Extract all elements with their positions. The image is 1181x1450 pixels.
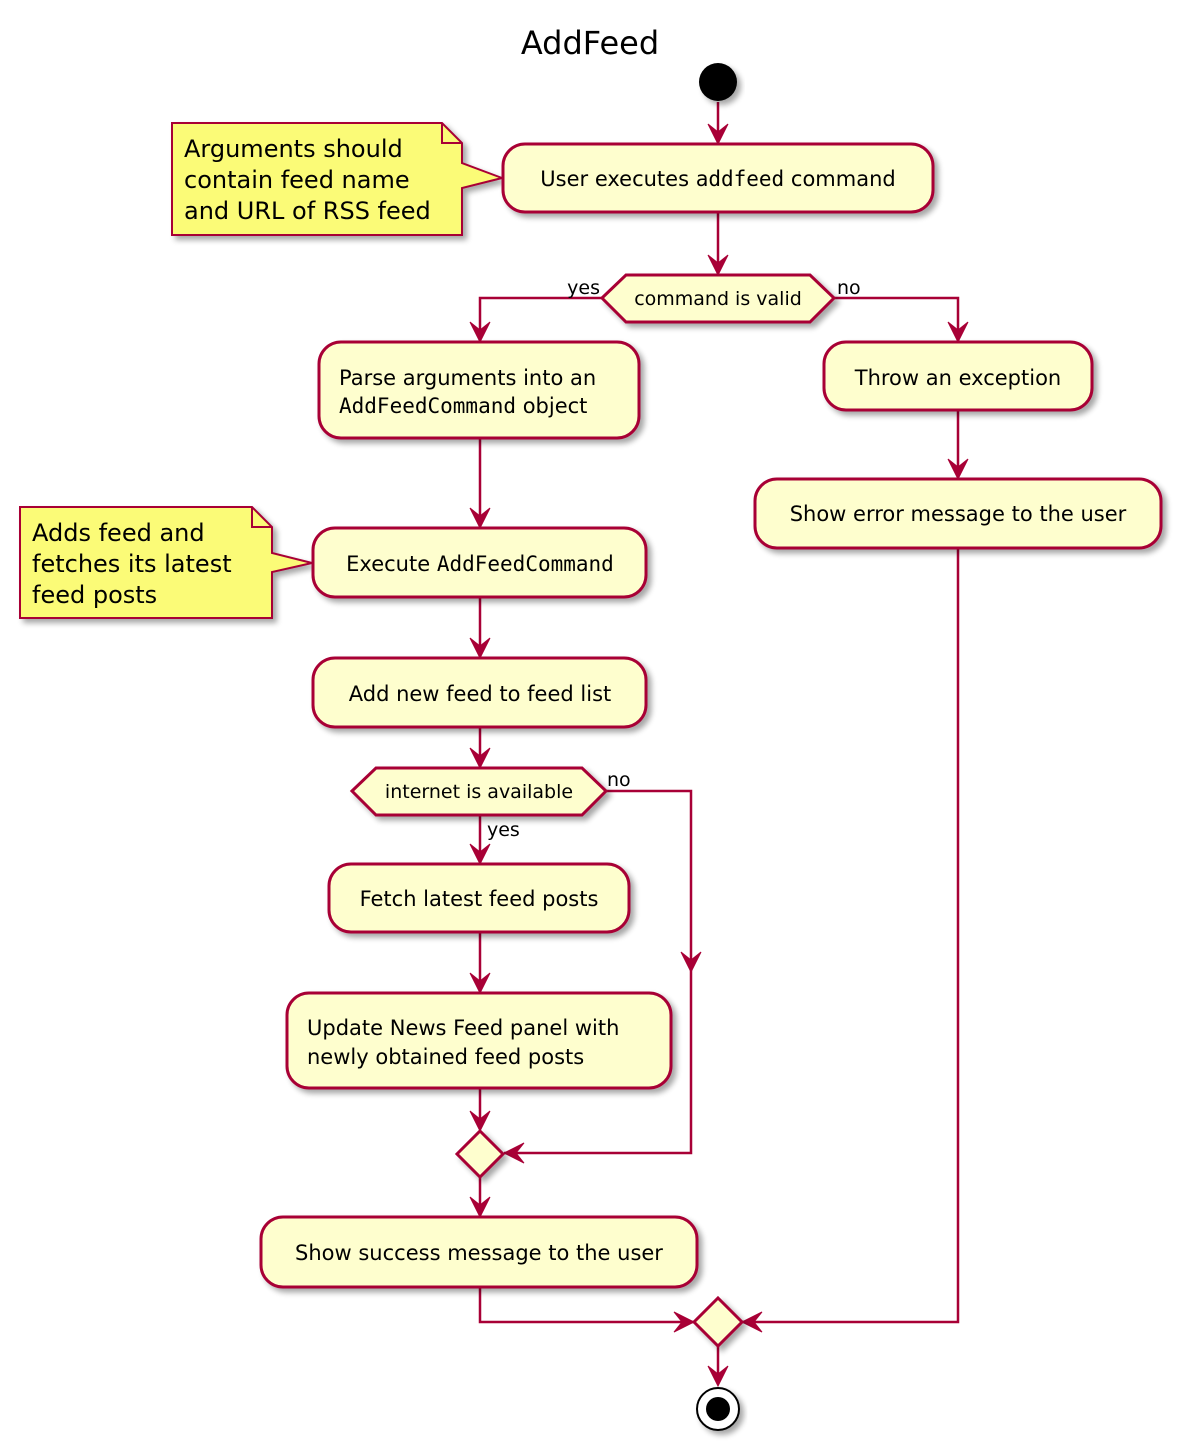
activity-label: Fetch latest feed posts [360,887,599,911]
guard-yes: yes [567,277,600,299]
activity-parse-arguments: Parse arguments into an AddFeedCommand o… [317,340,641,440]
activity-add-feed: Add new feed to feed list [311,656,648,729]
activity-label: Add new feed to feed list [349,682,612,706]
merge-node-final [691,1295,745,1349]
activity-show-error: Show error message to the user [753,477,1163,550]
activity-user-executes: User executes addfeed command [501,142,935,214]
decision-command-valid: command is valid yes no [567,273,861,324]
activity-label: User executes addfeed command [540,167,895,191]
start-node [699,63,737,101]
note-line: Adds feed and [32,519,205,547]
activity-update-panel: Update News Feed panel with newly obtain… [285,991,673,1090]
merge-node-internet [454,1128,506,1180]
edge-error-to-final-merge [742,548,960,1324]
activity-label-line: newly obtained feed posts [307,1045,584,1069]
note-line: feed posts [32,581,157,609]
activity-diagram: AddFeed Arguments should contain feed na… [19,24,1163,1431]
note-adds-feed: Adds feed and fetches its latest feed po… [19,506,313,619]
end-node-dot [706,1397,730,1421]
decision-label: internet is available [385,781,573,803]
guard-no: no [837,277,861,299]
note-line: Arguments should [184,135,403,163]
label-part: User executes [540,167,695,191]
activity-label: Show error message to the user [790,502,1127,526]
activity-fetch-posts: Fetch latest feed posts [327,862,631,934]
note-arguments: Arguments should contain feed name and U… [171,122,506,236]
activity-show-success: Show success message to the user [259,1215,699,1289]
decision-internet-available: internet is available yes no [349,766,631,841]
note-line: fetches its latest [32,550,232,578]
edge-internet-no [504,789,693,1155]
activity-box [317,340,641,440]
label-code: AddFeedCommand [437,552,614,576]
activity-execute-command: Execute AddFeedCommand [311,526,648,599]
guard-yes: yes [487,819,520,841]
end-node [696,1387,740,1431]
edge-valid-no [834,296,960,340]
edge-valid-yes [478,296,602,340]
activity-label: Execute AddFeedCommand [346,552,614,576]
activity-label: Show success message to the user [295,1241,663,1265]
activity-label-line: AddFeedCommand object [339,394,587,418]
activity-label-line: Update News Feed panel with [307,1016,619,1040]
label-part: command [784,167,896,191]
note-line: contain feed name [184,166,410,194]
decision-label: command is valid [634,288,802,310]
note-line: and URL of RSS feed [184,197,431,225]
label-code: AddFeedCommand [339,394,516,418]
label-part: object [516,394,587,418]
activity-throw-exception: Throw an exception [822,340,1094,412]
guard-no: no [607,769,631,791]
diagram-title: AddFeed [521,24,659,62]
activity-label: Throw an exception [854,366,1062,390]
activity-label-line: Parse arguments into an [339,366,596,390]
activity-box [285,991,673,1090]
edge-success-to-final-merge [478,1287,694,1324]
label-code: addfeed [696,167,785,191]
label-part: Execute [346,552,437,576]
